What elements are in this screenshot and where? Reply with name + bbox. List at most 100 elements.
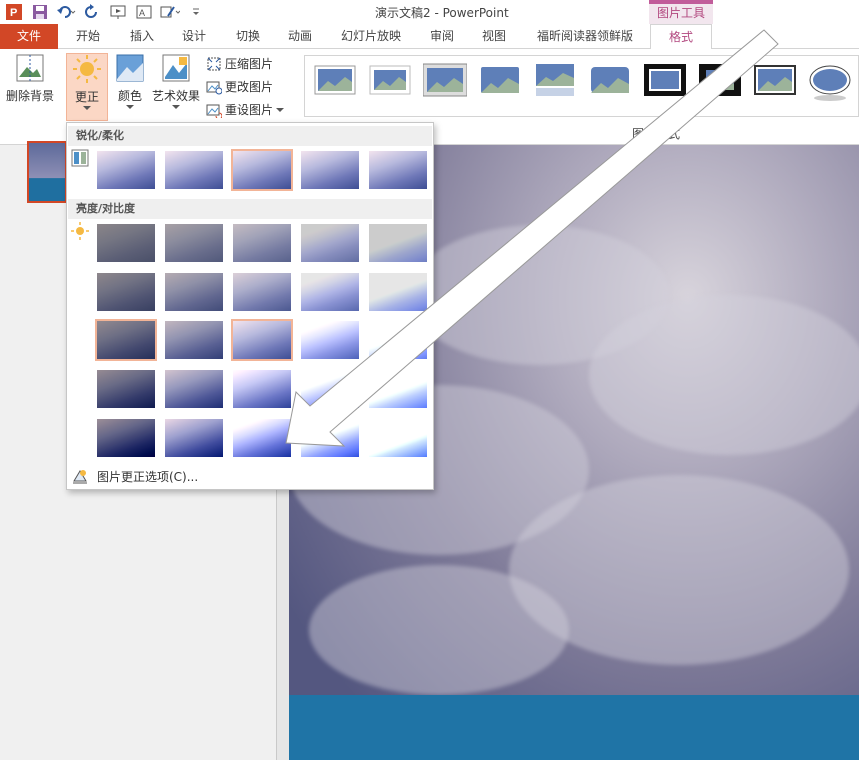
sharpen-preset[interactable]	[163, 149, 225, 191]
compress-pictures-button[interactable]: 压缩图片	[206, 55, 273, 72]
brightness-contrast-preset[interactable]	[231, 368, 293, 410]
preset-preview	[233, 370, 291, 408]
undo-icon[interactable]	[56, 2, 76, 22]
artistic-effects-button[interactable]: 艺术效果	[150, 53, 202, 121]
tab-insert[interactable]: 插入	[116, 24, 168, 49]
picture-style-shadow[interactable]	[422, 62, 468, 98]
corrections-options-icon	[73, 470, 87, 484]
brightness-contrast-preset[interactable]	[299, 368, 361, 410]
preset-preview	[301, 273, 359, 311]
tab-slideshow[interactable]: 幻灯片放映	[330, 24, 412, 49]
redo-icon[interactable]	[82, 2, 102, 22]
tab-transitions[interactable]: 切换	[222, 24, 274, 49]
picture-corrections-options[interactable]: 图片更正选项(C)...	[71, 467, 198, 485]
picture-style-rounded[interactable]	[588, 62, 632, 98]
brightness-contrast-preset[interactable]	[163, 319, 225, 361]
preset-preview	[369, 370, 427, 408]
brightness-contrast-preset[interactable]	[95, 368, 157, 410]
picture-style-white-border[interactable]	[368, 62, 412, 98]
brightness-contrast-preset[interactable]	[95, 319, 157, 361]
brightness-contrast-preset[interactable]	[231, 222, 293, 264]
brightness-contrast-preset[interactable]	[231, 417, 293, 459]
picture-style-soft-edge[interactable]	[478, 62, 522, 98]
picture-styles-gallery	[304, 55, 859, 117]
brightness-contrast-preset[interactable]	[231, 271, 293, 313]
brightness-contrast-preset[interactable]	[95, 222, 157, 264]
brightness-contrast-preset[interactable]	[367, 271, 429, 313]
brightness-contrast-preset[interactable]	[231, 319, 293, 361]
chevron-down-icon	[83, 106, 91, 110]
ribbon-tabs: 文件 开始 插入 设计 切换 动画 幻灯片放映 审阅 视图 福昕阅读器领鲜版 格…	[0, 24, 859, 50]
slideshow-start-icon[interactable]	[108, 2, 128, 22]
preset-preview	[233, 151, 291, 189]
brightness-contrast-preset[interactable]	[163, 271, 225, 313]
preset-preview	[233, 419, 291, 457]
tab-file[interactable]: 文件	[0, 24, 58, 49]
picture-tools-label: 图片工具	[649, 0, 713, 24]
svg-text:A: A	[139, 8, 145, 18]
sharpen-preset[interactable]	[231, 149, 293, 191]
brightness-contrast-preset[interactable]	[95, 271, 157, 313]
preset-preview	[233, 321, 291, 359]
picture-style-reflection[interactable]	[533, 62, 577, 98]
brightness-contrast-preset[interactable]	[163, 222, 225, 264]
sea-band	[289, 695, 859, 760]
picture-style-thin-dark[interactable]	[753, 62, 797, 98]
slide-thumbnail[interactable]	[27, 141, 67, 203]
preset-preview	[97, 321, 155, 359]
powerpoint-logo-icon: P	[4, 2, 24, 22]
preset-preview	[301, 370, 359, 408]
preset-preview	[165, 321, 223, 359]
artistic-effects-icon	[162, 54, 190, 82]
picture-style-oval[interactable]	[808, 62, 856, 101]
preset-preview	[97, 224, 155, 262]
sharpen-preset[interactable]	[367, 149, 429, 191]
brightness-contrast-preset[interactable]	[163, 417, 225, 459]
brightness-contrast-preset[interactable]	[367, 319, 429, 361]
brightness-contrast-preset[interactable]	[367, 368, 429, 410]
tab-review[interactable]: 审阅	[416, 24, 468, 49]
draw-shape-icon[interactable]	[160, 2, 180, 22]
color-button[interactable]: 颜色	[112, 53, 148, 121]
tab-design[interactable]: 设计	[168, 24, 220, 49]
corrections-label: 更正	[74, 90, 99, 104]
save-icon[interactable]	[30, 2, 50, 22]
remove-background-button[interactable]: 删除背景	[2, 53, 58, 115]
tab-view[interactable]: 视图	[468, 24, 520, 49]
tab-animations[interactable]: 动画	[274, 24, 326, 49]
brightness-contrast-preset[interactable]	[299, 271, 361, 313]
preset-preview	[301, 224, 359, 262]
preset-preview	[369, 273, 427, 311]
corrections-button[interactable]: 更正	[66, 53, 108, 121]
preset-preview	[165, 419, 223, 457]
preset-preview	[233, 224, 291, 262]
tab-home[interactable]: 开始	[62, 24, 114, 49]
sun-icon	[71, 222, 89, 240]
change-picture-button[interactable]: 更改图片	[206, 78, 273, 95]
chevron-down-icon	[126, 105, 134, 109]
brightness-contrast-preset[interactable]	[367, 222, 429, 264]
picture-style-black-frame[interactable]	[643, 62, 687, 98]
tab-foxit-reader[interactable]: 福昕阅读器领鲜版	[526, 24, 644, 49]
sharpen-preset[interactable]	[299, 149, 361, 191]
preset-preview	[369, 224, 427, 262]
cloud-shape	[309, 565, 569, 695]
chevron-down-icon	[172, 105, 180, 109]
brightness-contrast-preset[interactable]	[163, 368, 225, 410]
preset-preview	[97, 273, 155, 311]
text-box-icon[interactable]: A	[134, 2, 154, 22]
customize-qat-icon[interactable]	[186, 2, 206, 22]
reset-picture-button[interactable]: 重设图片	[206, 101, 285, 118]
brightness-contrast-preset[interactable]	[299, 222, 361, 264]
tab-format[interactable]: 格式	[650, 24, 712, 50]
sharpen-preset[interactable]	[95, 149, 157, 191]
brightness-contrast-preset[interactable]	[367, 417, 429, 459]
picture-style-simple-frame[interactable]	[313, 62, 357, 98]
picture-style-thick-black[interactable]	[698, 62, 742, 98]
cloud-shape	[589, 295, 859, 455]
preset-preview	[301, 419, 359, 457]
brightness-contrast-preset[interactable]	[299, 319, 361, 361]
brightness-contrast-preset[interactable]	[299, 417, 361, 459]
sharpen-icon	[71, 149, 89, 167]
brightness-contrast-preset[interactable]	[95, 417, 157, 459]
